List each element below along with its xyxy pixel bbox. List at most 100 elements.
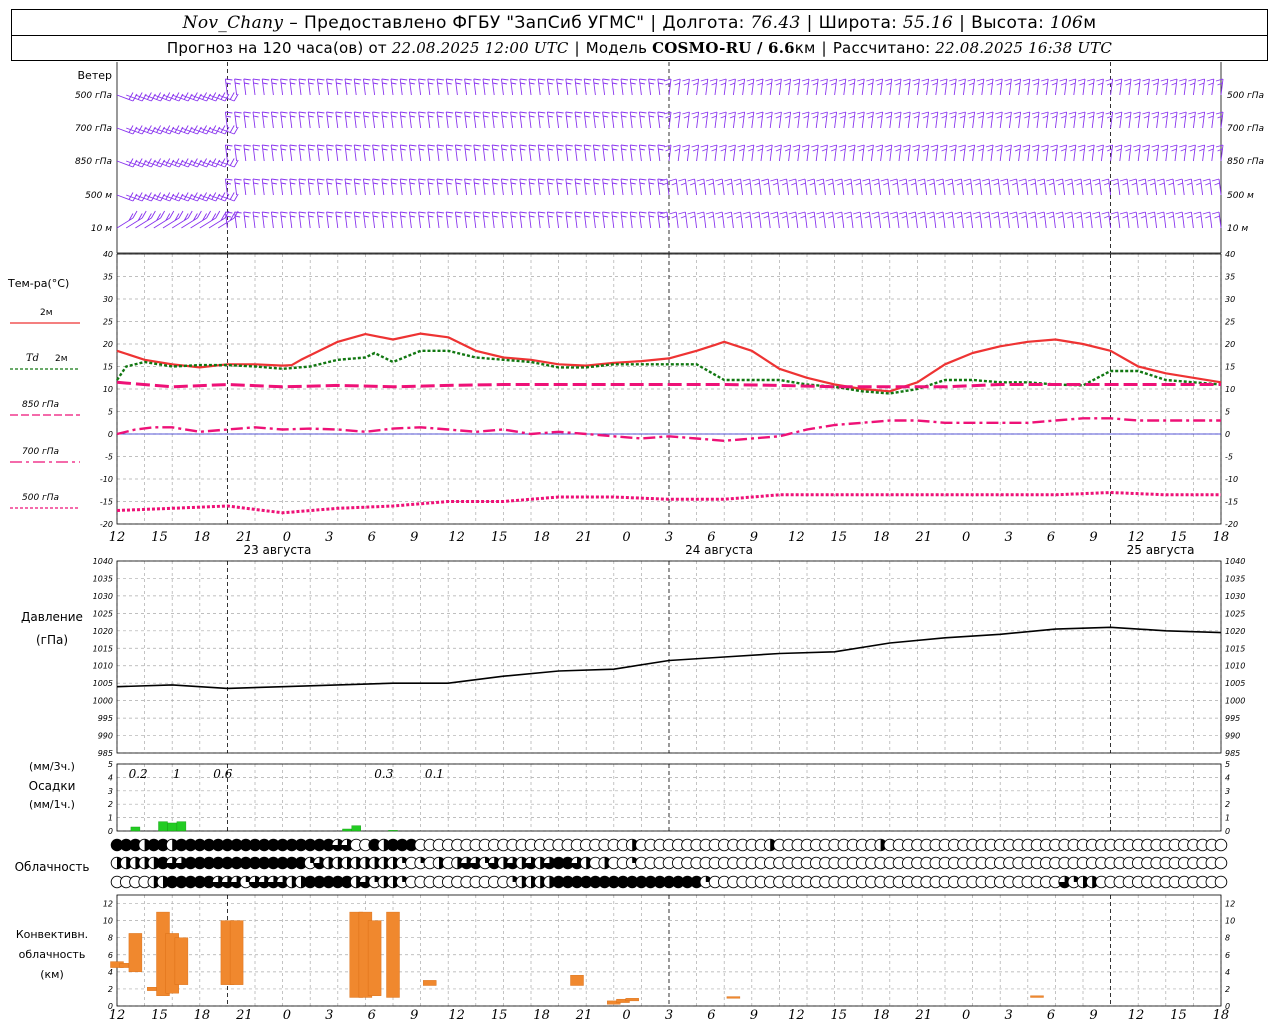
wind-barb-stroke — [418, 211, 426, 229]
wind-barb — [243, 111, 251, 129]
wind-barb — [261, 144, 270, 162]
wind-barb-stroke — [592, 144, 601, 162]
wind-barb-stroke — [1147, 178, 1158, 196]
wind-barb — [871, 178, 882, 196]
wind-barb — [733, 178, 744, 196]
wind-level-label-right: 700 гПа — [1227, 124, 1264, 134]
wind-barb-stroke — [834, 211, 845, 229]
wind-barb — [1119, 178, 1130, 196]
wind-barb-stroke — [995, 111, 1003, 129]
wind-barb-stroke — [746, 111, 755, 129]
temp-ytick-right: 5 — [1225, 408, 1230, 417]
wind-barb — [935, 178, 946, 196]
wind-barb — [709, 144, 718, 162]
wind-barb — [696, 178, 707, 196]
hour-tick: 12 — [788, 530, 805, 545]
wind-barb-stroke — [678, 211, 688, 229]
wind-barb-stroke — [912, 144, 920, 162]
wind-barb-stroke — [602, 211, 610, 229]
wind-barb-stroke — [696, 211, 707, 229]
wind-barb-stroke — [482, 111, 491, 129]
hour-tick: 12 — [448, 530, 465, 545]
hour-tick: 21 — [575, 530, 593, 545]
wind-barb — [1077, 111, 1086, 129]
wind-barb — [893, 111, 902, 129]
wind-barb-stroke — [556, 78, 564, 96]
temp-ytick-left: 0 — [108, 430, 113, 439]
wind-barb-stroke — [1073, 211, 1084, 229]
wind-barb — [1041, 78, 1049, 96]
wind-barb — [537, 78, 546, 96]
wind-barb — [362, 78, 371, 96]
wind-barb-stroke — [709, 78, 718, 96]
wind-barb-stroke — [344, 211, 353, 229]
wind-barb-stroke — [1041, 111, 1049, 129]
wind-barb — [1188, 111, 1196, 129]
wind-barb — [691, 78, 700, 96]
wind-barb-stroke — [847, 144, 856, 162]
sep-2: | — [806, 12, 813, 33]
wind-barb-stroke — [939, 78, 948, 96]
wind-barb — [705, 211, 716, 229]
wind-barb — [825, 178, 836, 196]
wind-barb-stroke — [1123, 78, 1132, 96]
wind-barb — [353, 178, 362, 196]
wind-barb-stroke — [903, 111, 911, 129]
wind-barb — [116, 192, 138, 202]
wind-barb — [408, 144, 417, 162]
wind-barb-stroke — [1087, 78, 1095, 96]
hour-tick-bottom: 3 — [1004, 1008, 1012, 1023]
wind-barb — [807, 178, 817, 196]
wind-barb — [482, 111, 491, 129]
wind-barb — [963, 211, 974, 229]
wind-barb — [316, 178, 325, 196]
wind-barb — [939, 111, 948, 129]
wind-barb — [436, 144, 445, 162]
wind-barb — [243, 78, 251, 96]
wind-barb-stroke — [546, 144, 555, 162]
wind-barb — [657, 78, 665, 96]
wind-barb — [893, 144, 902, 162]
conv-ytick-left: 10 — [103, 917, 113, 926]
wind-barb-stroke — [1055, 178, 1066, 196]
wind-barb — [270, 111, 279, 129]
wind-barb — [691, 144, 700, 162]
wind-barb-stroke — [871, 178, 882, 196]
wind-barb-stroke — [638, 178, 647, 196]
wind-barb — [261, 178, 270, 196]
wind-barb — [1059, 144, 1068, 162]
wind-barb — [1018, 211, 1029, 229]
wind-barb-stroke — [399, 178, 408, 196]
wind-barb — [556, 211, 564, 229]
title-bar: Nov_Chany – Предоставлено ФГБУ "ЗапСиб У… — [11, 9, 1268, 36]
lon-value: 76.43 — [750, 12, 801, 33]
wind-barb — [829, 78, 838, 96]
wind-barb — [801, 111, 810, 129]
wind-barb — [344, 211, 353, 229]
wind-barb-stroke — [528, 178, 537, 196]
wind-barb — [788, 178, 799, 196]
wind-barb-stroke — [390, 111, 399, 129]
wind-barb-stroke — [629, 211, 638, 229]
wind-barb-stroke — [1175, 211, 1185, 229]
wind-barb — [678, 211, 688, 229]
wind-barb — [353, 111, 362, 129]
wind-barb-stroke — [945, 211, 955, 229]
wind-barb — [565, 111, 573, 129]
wind-barb-stroke — [491, 211, 500, 229]
wind-barb-stroke — [847, 78, 856, 96]
wind-barb — [967, 78, 976, 96]
wind-barb-stroke — [1129, 178, 1139, 196]
wind-barb-stroke — [602, 178, 610, 196]
conv-ytick-right: 10 — [1225, 917, 1235, 926]
wind-barb — [1031, 78, 1040, 96]
wind-barb — [728, 78, 736, 96]
wind-barb — [454, 111, 463, 129]
station-name: Nov_Chany — [182, 12, 284, 33]
wind-barb-stroke — [252, 111, 261, 129]
wind-barb-stroke — [602, 78, 610, 96]
wind-barb — [903, 78, 911, 96]
wind-barb — [797, 178, 808, 196]
hour-tick-bottom: 0 — [622, 1008, 630, 1023]
conv-ytick-right: 2 — [1225, 985, 1230, 994]
